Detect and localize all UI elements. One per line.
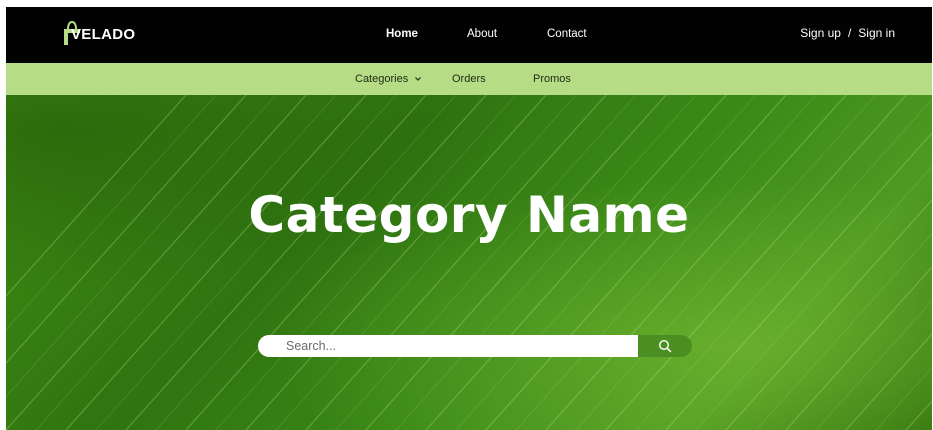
search-button[interactable]: [638, 335, 692, 357]
nav-link-home[interactable]: Home: [386, 26, 418, 42]
secondary-navbar: Categories Orders Promos: [6, 63, 932, 95]
sign-up-link[interactable]: Sign up: [800, 25, 841, 41]
chevron-down-icon: [415, 77, 422, 81]
brand-name: VELADO: [71, 26, 136, 43]
promos-link[interactable]: Promos: [533, 72, 571, 86]
auth-links: Sign up / Sign in: [800, 25, 895, 41]
category-title: Category Name: [248, 186, 690, 244]
sign-in-link[interactable]: Sign in: [858, 25, 895, 41]
search-bar: [258, 335, 692, 357]
nav-link-contact[interactable]: Contact: [547, 26, 587, 42]
search-input[interactable]: [258, 335, 638, 357]
categories-label: Categories: [355, 73, 409, 85]
categories-dropdown[interactable]: Categories: [355, 72, 422, 86]
orders-link[interactable]: Orders: [452, 72, 486, 86]
leaf-texture-background: [6, 95, 932, 430]
nav-link-about[interactable]: About: [467, 26, 497, 42]
hero-banner: Category Name: [6, 95, 932, 430]
auth-separator: /: [847, 26, 852, 40]
page-frame: VELADO Home About Contact Sign up / Sign i…: [6, 7, 932, 430]
search-icon: [658, 339, 672, 353]
top-navbar: VELADO Home About Contact Sign up / Sign i…: [6, 7, 932, 63]
